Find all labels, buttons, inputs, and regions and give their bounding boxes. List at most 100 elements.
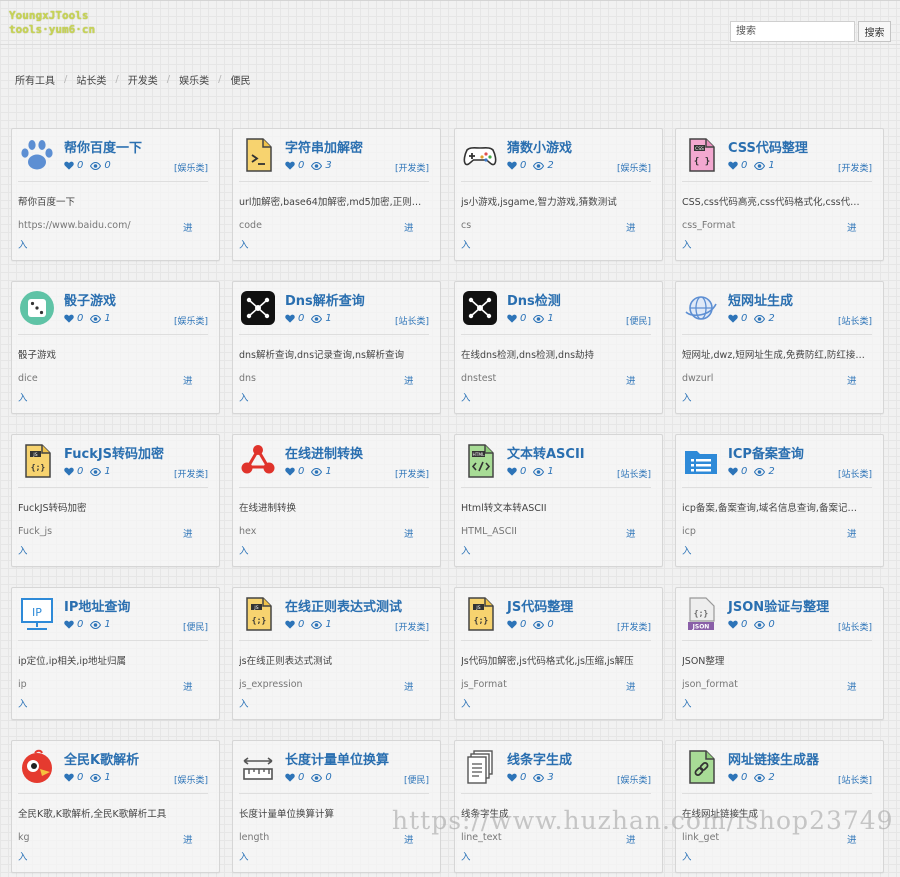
enter-link[interactable]: 入	[239, 696, 249, 710]
category-tag[interactable]: [开发类]	[395, 620, 429, 633]
enter-link[interactable]: 进	[626, 526, 636, 540]
tool-title[interactable]: CSS代码整理	[728, 137, 808, 156]
tool-card[interactable]: JS {;} 在线正则表达式测试 0 1 [开发类] js在线正则表达式测试 js_expre…	[232, 587, 441, 720]
enter-link[interactable]: 入	[461, 390, 471, 404]
enter-link[interactable]: 进	[404, 220, 414, 234]
tool-title[interactable]: IP地址查询	[64, 596, 130, 615]
category-tag[interactable]: [便民]	[626, 314, 651, 327]
site-logo[interactable]: YoungxJTools tools·yum6·cn	[9, 9, 95, 37]
tool-card[interactable]: Dns解析查询 0 1 [站长类] dns解析查询,dns记录查询,ns解析查询 dns 进…	[232, 281, 441, 414]
tool-title[interactable]: 文本转ASCII	[507, 443, 585, 462]
category-tag[interactable]: [开发类]	[838, 161, 872, 174]
heart-icon[interactable]	[64, 773, 77, 782]
tool-title[interactable]: 全民K歌解析	[64, 749, 139, 768]
enter-link[interactable]: 进	[847, 526, 857, 540]
category-tag[interactable]: [便民]	[404, 773, 429, 786]
category-tag[interactable]: [开发类]	[617, 620, 651, 633]
heart-icon[interactable]	[64, 314, 77, 323]
tool-card[interactable]: 网址链接生成器 0 2 [站长类] 在线网址链接生成 link_get 进入	[675, 740, 884, 873]
nav-webmaster[interactable]: 站长类	[76, 72, 106, 87]
nav-entertainment[interactable]: 娱乐类	[179, 72, 209, 87]
tool-title[interactable]: 线条字生成	[507, 749, 572, 768]
tool-title[interactable]: 短网址生成	[728, 290, 793, 309]
enter-link[interactable]: 入	[18, 390, 28, 404]
tool-title[interactable]: 在线进制转换	[285, 443, 363, 462]
tool-card[interactable]: JS {;} JS代码整理 0 0 [开发类] Js代码加解密,js代码格式化,js压缩,j…	[454, 587, 663, 720]
tool-card[interactable]: 全民K歌解析 0 1 [娱乐类] 全民K歌,K歌解析,全民K歌解析工具 kg 进入	[11, 740, 220, 873]
tool-card[interactable]: 线条字生成 0 3 [娱乐类] 线条字生成 line_text 进入	[454, 740, 663, 873]
heart-icon[interactable]	[728, 161, 741, 170]
tool-card[interactable]: 在线进制转换 0 1 [开发类] 在线进制转换 hex 进入	[232, 434, 441, 567]
tool-card[interactable]: HTML 文本转ASCII 0 1 [站长类] Html转文本转ASCII HTML_ASC…	[454, 434, 663, 567]
enter-link[interactable]: 入	[18, 696, 28, 710]
enter-link[interactable]: 进	[626, 373, 636, 387]
tool-card[interactable]: ICP备案查询 0 2 [站长类] icp备案,备案查询,域名信息查询,备案记… icp 进…	[675, 434, 884, 567]
tool-title[interactable]: 字符串加解密	[285, 137, 363, 156]
category-tag[interactable]: [娱乐类]	[617, 161, 651, 174]
category-tag[interactable]: [站长类]	[838, 620, 872, 633]
tool-card[interactable]: JS {;} FuckJS转码加密 0 1 [开发类] FuckJS转码加密 Fuck_js 进…	[11, 434, 220, 567]
tool-title[interactable]: Dns解析查询	[285, 290, 365, 309]
enter-link[interactable]: 入	[682, 696, 692, 710]
heart-icon[interactable]	[285, 467, 298, 476]
heart-icon[interactable]	[728, 773, 741, 782]
enter-link[interactable]: 进	[626, 220, 636, 234]
search-input[interactable]	[730, 21, 855, 42]
category-tag[interactable]: [站长类]	[838, 467, 872, 480]
category-tag[interactable]: [站长类]	[395, 314, 429, 327]
tool-title[interactable]: FuckJS转码加密	[64, 443, 164, 462]
enter-link[interactable]: 入	[682, 543, 692, 557]
tool-title[interactable]: 在线正则表达式测试	[285, 596, 402, 615]
enter-link[interactable]: 入	[461, 543, 471, 557]
enter-link[interactable]: 进	[183, 679, 193, 693]
enter-link[interactable]: 进	[847, 679, 857, 693]
heart-icon[interactable]	[507, 314, 520, 323]
tool-title[interactable]: JSON验证与整理	[728, 596, 829, 615]
enter-link[interactable]: 进	[183, 220, 193, 234]
tool-card[interactable]: 骰子游戏 0 1 [娱乐类] 骰子游戏 dice 进入	[11, 281, 220, 414]
nav-convenience[interactable]: 便民	[231, 72, 251, 87]
enter-link[interactable]: 入	[461, 237, 471, 251]
enter-link[interactable]: 进	[183, 373, 193, 387]
enter-link[interactable]: 进	[847, 832, 857, 846]
tool-card[interactable]: 猜数小游戏 0 2 [娱乐类] js小游戏,jsgame,智力游戏,猜数测试 cs 进入	[454, 128, 663, 261]
tool-card[interactable]: 长度计量单位换算 0 0 [便民] 长度计量单位换算计算 length 进入	[232, 740, 441, 873]
tool-title[interactable]: ICP备案查询	[728, 443, 804, 462]
category-tag[interactable]: [娱乐类]	[174, 161, 208, 174]
enter-link[interactable]: 进	[183, 526, 193, 540]
category-tag[interactable]: [站长类]	[838, 314, 872, 327]
tool-card[interactable]: Dns检测 0 1 [便民] 在线dns检测,dns检测,dns劫持 dnstest 进入	[454, 281, 663, 414]
category-tag[interactable]: [站长类]	[838, 773, 872, 786]
category-tag[interactable]: [开发类]	[174, 467, 208, 480]
heart-icon[interactable]	[507, 620, 520, 629]
category-tag[interactable]: [开发类]	[395, 161, 429, 174]
enter-link[interactable]: 入	[682, 237, 692, 251]
category-tag[interactable]: [站长类]	[617, 467, 651, 480]
enter-link[interactable]: 进	[183, 832, 193, 846]
heart-icon[interactable]	[507, 161, 520, 170]
enter-link[interactable]: 进	[404, 832, 414, 846]
enter-link[interactable]: 进	[404, 526, 414, 540]
heart-icon[interactable]	[285, 314, 298, 323]
heart-icon[interactable]	[507, 773, 520, 782]
nav-developer[interactable]: 开发类	[128, 72, 158, 87]
tool-title[interactable]: 猜数小游戏	[507, 137, 572, 156]
tool-title[interactable]: 帮你百度一下	[64, 137, 142, 156]
tool-title[interactable]: 骰子游戏	[64, 290, 116, 309]
heart-icon[interactable]	[728, 620, 741, 629]
enter-link[interactable]: 入	[18, 237, 28, 251]
category-tag[interactable]: [开发类]	[395, 467, 429, 480]
tool-title[interactable]: JS代码整理	[507, 596, 573, 615]
heart-icon[interactable]	[728, 314, 741, 323]
tool-card[interactable]: {;} JSON JSON验证与整理 0 0 [站长类] JSON整理 json_format…	[675, 587, 884, 720]
category-tag[interactable]: [娱乐类]	[174, 314, 208, 327]
heart-icon[interactable]	[285, 161, 298, 170]
heart-icon[interactable]	[64, 620, 77, 629]
enter-link[interactable]: 入	[461, 849, 471, 863]
enter-link[interactable]: 进	[404, 679, 414, 693]
enter-link[interactable]: 入	[18, 849, 28, 863]
tool-title[interactable]: 网址链接生成器	[728, 749, 819, 768]
nav-all-tools[interactable]: 所有工具	[15, 72, 55, 87]
tool-title[interactable]: 长度计量单位换算	[285, 749, 389, 768]
enter-link[interactable]: 进	[626, 679, 636, 693]
